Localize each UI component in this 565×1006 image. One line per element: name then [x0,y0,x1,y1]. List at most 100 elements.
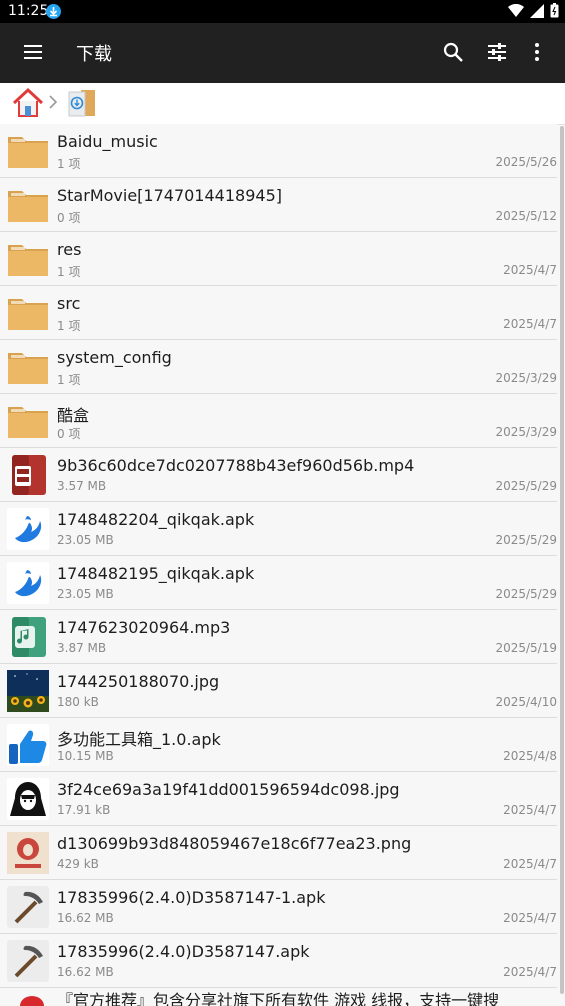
file-name: 1748482195_qikqak.apk [57,564,255,583]
pickaxe-apk-icon [7,940,49,982]
list-item[interactable]: StarMovie[1747014418945] 0 项 2025/5/12 [0,178,557,232]
file-meta: 1 项 [57,265,81,279]
file-date: 2025/4/7 [503,263,557,277]
signal-icon [530,3,544,18]
file-date: 2025/5/29 [495,533,557,547]
file-name: d130699b93d848059467e18c6f77ea23.png [57,834,412,853]
file-date: 2025/5/26 [495,155,557,169]
file-name: 『官方推荐』包含分享社旗下所有软件 游戏 线报，支持一键搜 [57,991,500,1006]
download-folder-icon[interactable] [67,88,97,118]
folder-icon [7,400,49,442]
folder-icon [7,238,49,280]
file-name: Baidu_music [57,132,158,151]
file-meta: 23.05 MB [57,587,114,601]
file-name: src [57,294,81,313]
file-date: 2025/3/29 [495,425,557,439]
list-item[interactable]: src 1 项 2025/4/7 [0,286,557,340]
list-item[interactable]: 3f24ce69a3a19f41dd001596594dc098.jpg 17.9… [0,772,557,826]
list-item[interactable]: res 1 项 2025/4/7 [0,232,557,286]
portrait-photo-icon [7,778,49,820]
status-time: 11:25 [8,3,49,19]
folder-icon [7,346,49,388]
file-meta: 1 项 [57,319,81,333]
sunflower-photo-icon [7,670,49,712]
file-date: 2025/5/12 [495,209,557,223]
filter-settings-icon[interactable] [486,41,508,63]
file-name: StarMovie[1747014418945] [57,186,282,205]
file-date: 2025/4/10 [495,695,557,709]
video-icon [7,454,49,496]
list-item[interactable]: 1748482204_qikqak.apk 23.05 MB 2025/5/29 [0,502,557,556]
list-item[interactable]: 酷盒 0 项 2025/3/29 [0,394,557,448]
file-meta: 0 项 [57,211,81,225]
audio-icon [7,616,49,658]
bird-apk-icon [7,508,49,550]
list-item[interactable]: 17835996(2.4.0)D3587147.apk 16.62 MB 2025/… [0,934,557,988]
page-title: 下载 [76,44,112,65]
file-meta: 10.15 MB [57,749,114,763]
list-item[interactable]: 1748482195_qikqak.apk 23.05 MB 2025/5/29 [0,556,557,610]
file-date: 2025/4/7 [503,317,557,331]
breadcrumb [0,83,565,125]
file-date: 2025/4/7 [503,857,557,871]
file-name: 3f24ce69a3a19f41dd001596594dc098.jpg [57,780,400,799]
list-item[interactable]: 多功能工具箱_1.0.apk 10.15 MB 2025/4/8 [0,718,557,772]
file-date: 2025/5/29 [495,479,557,493]
list-item[interactable]: 1747623020964.mp3 3.87 MB 2025/5/19 [0,610,557,664]
file-list: Baidu_music 1 项 2025/5/26 StarMovie[1747014… [0,124,557,988]
home-icon[interactable] [12,87,44,119]
list-item[interactable]: 9b36c60dce7dc0207788b43ef960d56b.mp4 3.57… [0,448,557,502]
battery-icon [550,3,559,18]
file-name: 1748482204_qikqak.apk [57,510,255,529]
status-bar: 11:25 [0,0,565,23]
list-item[interactable]: 17835996(2.4.0)D3587147-1.apk 16.62 MB 202… [0,880,557,934]
wifi-icon [508,3,524,17]
bird-apk-icon [7,562,49,604]
file-meta: 180 kB [57,695,99,709]
app-bar: 下载 [0,23,565,83]
scrollbar[interactable] [560,126,564,994]
folder-icon [7,130,49,172]
file-meta: 17.91 kB [57,803,111,817]
file-name: 1747623020964.mp3 [57,618,231,637]
file-name: system_config [57,348,172,367]
file-meta: 0 项 [57,427,81,441]
file-date: 2025/5/19 [495,641,557,655]
pickaxe-apk-icon [7,886,49,928]
menu-icon[interactable] [22,41,44,63]
file-meta: 1 项 [57,373,81,387]
file-meta: 23.05 MB [57,533,114,547]
more-options-icon[interactable] [526,41,548,63]
file-date: 2025/3/29 [495,371,557,385]
file-meta: 16.62 MB [57,911,114,925]
file-meta: 1 项 [57,157,81,171]
file-name: 17835996(2.4.0)D3587147-1.apk [57,888,326,907]
file-meta: 3.57 MB [57,479,107,493]
chevron-right-icon [49,95,58,109]
poster-image-icon [7,832,49,874]
file-name: 多功能工具箱_1.0.apk [57,730,221,749]
file-meta: 429 kB [57,857,99,871]
file-meta: 16.62 MB [57,965,114,979]
file-name: 9b36c60dce7dc0207788b43ef960d56b.mp4 [57,456,415,475]
file-date: 2025/4/7 [503,965,557,979]
file-name: res [57,240,82,259]
list-item[interactable]: system_config 1 项 2025/3/29 [0,340,557,394]
list-item[interactable]: Baidu_music 1 项 2025/5/26 [0,124,557,178]
list-item[interactable]: 1744250188070.jpg 180 kB 2025/4/10 [0,664,557,718]
file-date: 2025/4/7 [503,803,557,817]
folder-icon [7,184,49,226]
download-status-icon [46,4,61,19]
file-date: 2025/4/7 [503,911,557,925]
list-item-partial[interactable]: 『官方推荐』包含分享社旗下所有软件 游戏 线报，支持一键搜 [0,986,557,1006]
file-name: 酷盒 [57,406,90,425]
file-meta: 3.87 MB [57,641,107,655]
app-icon [20,996,44,1006]
file-name: 17835996(2.4.0)D3587147.apk [57,942,310,961]
search-icon[interactable] [442,41,464,63]
file-date: 2025/5/29 [495,587,557,601]
file-date: 2025/4/8 [503,749,557,763]
file-name: 1744250188070.jpg [57,672,220,691]
list-item[interactable]: d130699b93d848059467e18c6f77ea23.png 429 … [0,826,557,880]
thumbs-up-apk-icon [7,724,49,766]
